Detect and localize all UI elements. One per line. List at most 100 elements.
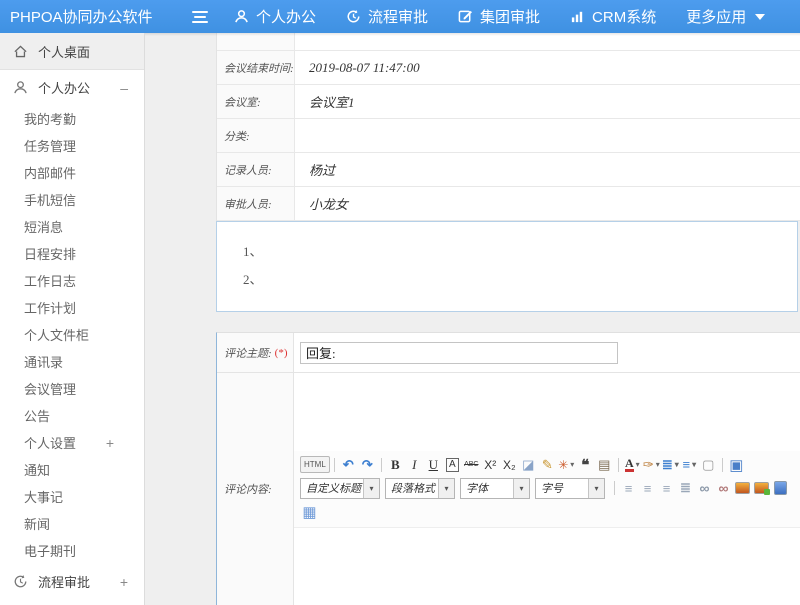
sidebar-item-meeting-management[interactable]: 会议管理 [0,375,144,402]
required-mark: (*) [275,347,288,359]
sidebar-item-contacts[interactable]: 通讯录 [0,348,144,375]
user-icon [13,80,28,95]
note-line: 2、 [243,266,797,294]
caret-down-icon: ▾ [588,479,604,498]
nav-label: 流程审批 [368,6,428,27]
nav-crm-system[interactable]: CRM系统 [570,6,656,27]
sidebar-item-my-attendance[interactable]: 我的考勤 [0,105,144,132]
sidebar: 个人桌面 个人办公 – 我的考勤 任务管理 内部邮件 手机短信 短消息 日程安排… [0,33,145,605]
insert-image-icon[interactable] [733,478,752,498]
link-icon[interactable]: ∞ [695,478,714,498]
paragraph-format-select[interactable]: 段落格式▾ [385,478,455,499]
unordered-list-icon[interactable]: ≡▾ [680,455,699,475]
upload-image-icon[interactable] [752,478,771,498]
table-row-meeting-end-time: 会议结束时间: 2019-08-07 11:47:00 [217,51,800,85]
sidebar-item-short-message[interactable]: 短消息 [0,213,144,240]
collapse-icon[interactable]: – [120,80,128,96]
nav-label: CRM系统 [592,6,656,27]
insert-media-icon[interactable] [771,478,790,498]
meeting-notes-box: 1、 2、 [216,221,798,312]
sidebar-item-personal-desktop[interactable]: 个人桌面 [0,33,144,70]
align-left-icon[interactable]: ≡ [619,478,638,498]
font-color-button[interactable]: A▾ [623,455,642,475]
toolbar-row-1: HTML ↶ ↷ B I U A ABC [300,455,798,475]
sidebar-item-sms[interactable]: 手机短信 [0,186,144,213]
comment-subject-input[interactable] [300,342,618,364]
expand-icon[interactable]: + [106,435,114,451]
sidebar-item-major-events[interactable]: 大事记 [0,483,144,510]
align-right-icon[interactable]: ≡ [657,478,676,498]
comment-content-row: 评论内容: HTML ↶ ↷ [217,373,800,605]
phpoa-app: PHPOA协同办公软件 个人办公 流程审批 集团审批 CRM系统 更多应用 [0,0,800,605]
nav-more-apps[interactable]: 更多应用 [686,6,765,27]
highlight-icon[interactable]: ✑▾ [642,455,661,475]
unlink-icon[interactable]: ∞ [714,478,733,498]
rich-text-editor: HTML ↶ ↷ B I U A ABC [294,451,800,528]
underline-button[interactable]: U [424,455,443,475]
home-icon [13,44,28,59]
sidebar-item-label: 个人办公 [38,78,90,97]
sidebar-item-e-journal[interactable]: 电子期刊 [0,537,144,564]
nav-personal-office[interactable]: 个人办公 [234,6,316,27]
table-row-category: 分类: [217,119,800,153]
caret-down-icon [755,14,765,20]
new-page-icon[interactable]: ▢ [699,455,718,475]
italic-button[interactable]: I [405,455,424,475]
ordered-list-icon[interactable]: ≣▾ [661,455,680,475]
sidebar-item-schedule[interactable]: 日程安排 [0,240,144,267]
meeting-detail-table: 会议结束时间: 2019-08-07 11:47:00 会议室: 会议室1 分类… [216,33,800,221]
fullscreen-icon[interactable]: ▣ [727,455,746,475]
main-content: 会议结束时间: 2019-08-07 11:47:00 会议室: 会议室1 分类… [145,33,800,605]
font-style-icon[interactable]: A [443,455,462,475]
undo-icon[interactable]: ↶ [339,455,358,475]
comment-subject-label: 评论主题: (*) [217,333,294,372]
nav-group-approval[interactable]: 集团审批 [458,6,540,27]
blockquote-icon[interactable]: ❝ [576,455,595,475]
subscript-button[interactable]: X₂ [500,455,519,475]
format-brush-icon[interactable]: ✎ [538,455,557,475]
sidebar-item-personal-settings[interactable]: 个人设置 + [0,429,144,456]
font-size-select[interactable]: 字号▾ [535,478,605,499]
align-justify-icon[interactable]: ≣ [676,478,695,498]
field-label: 会议结束时间: [217,51,295,84]
field-label: 会议室: [217,85,295,118]
sidebar-item-work-plan[interactable]: 工作计划 [0,294,144,321]
nav-label: 集团审批 [480,6,540,27]
sidebar-item-news[interactable]: 新闻 [0,510,144,537]
caret-down-icon: ▾ [513,479,529,498]
field-value: 会议室1 [295,85,800,118]
sidebar-item-personal-office[interactable]: 个人办公 – [0,70,144,105]
sidebar-item-announcement[interactable]: 公告 [0,402,144,429]
sidebar-item-workflow-approval[interactable]: 流程审批 + [0,564,144,599]
eraser-icon[interactable]: ◪ [519,455,538,475]
sidebar-item-notice[interactable]: 通知 [0,456,144,483]
sidebar-item-personal-files[interactable]: 个人文件柜 [0,321,144,348]
sidebar-item-task-management[interactable]: 任务管理 [0,132,144,159]
field-label: 审批人员: [217,187,295,220]
crm-icon [570,9,585,24]
redo-icon[interactable]: ↷ [358,455,377,475]
insert-table-icon[interactable]: ▦ [300,502,319,522]
font-family-select[interactable]: 字体▾ [460,478,530,499]
paint-icon[interactable]: ✳▾ [557,455,576,475]
bold-button[interactable]: B [386,455,405,475]
heading-select[interactable]: 自定义标题▾ [300,478,380,499]
sidebar-item-label: 个人桌面 [38,42,90,61]
superscript-button[interactable]: X² [481,455,500,475]
table-row-approver: 审批人员: 小龙女 [217,187,800,221]
toolbar-row-2: 自定义标题▾ 段落格式▾ 字体▾ 字号▾ ≡ ≡ ≡ ≣ ∞ [300,478,798,499]
expand-icon[interactable]: + [120,574,128,590]
note-line: 1、 [243,238,797,266]
user-icon [234,9,249,24]
sidebar-item-work-log[interactable]: 工作日志 [0,267,144,294]
caret-down-icon: ▾ [363,479,379,498]
sidebar-item-internal-mail[interactable]: 内部邮件 [0,159,144,186]
paste-icon[interactable]: ▤ [595,455,614,475]
nav-workflow-approval[interactable]: 流程审批 [346,6,428,27]
html-source-button[interactable]: HTML [300,456,330,473]
align-center-icon[interactable]: ≡ [638,478,657,498]
table-row-partial [217,33,800,51]
menu-toggle-icon[interactable] [192,11,208,23]
strikethrough-button[interactable]: ABC [462,455,481,475]
field-value: 小龙女 [295,187,800,220]
